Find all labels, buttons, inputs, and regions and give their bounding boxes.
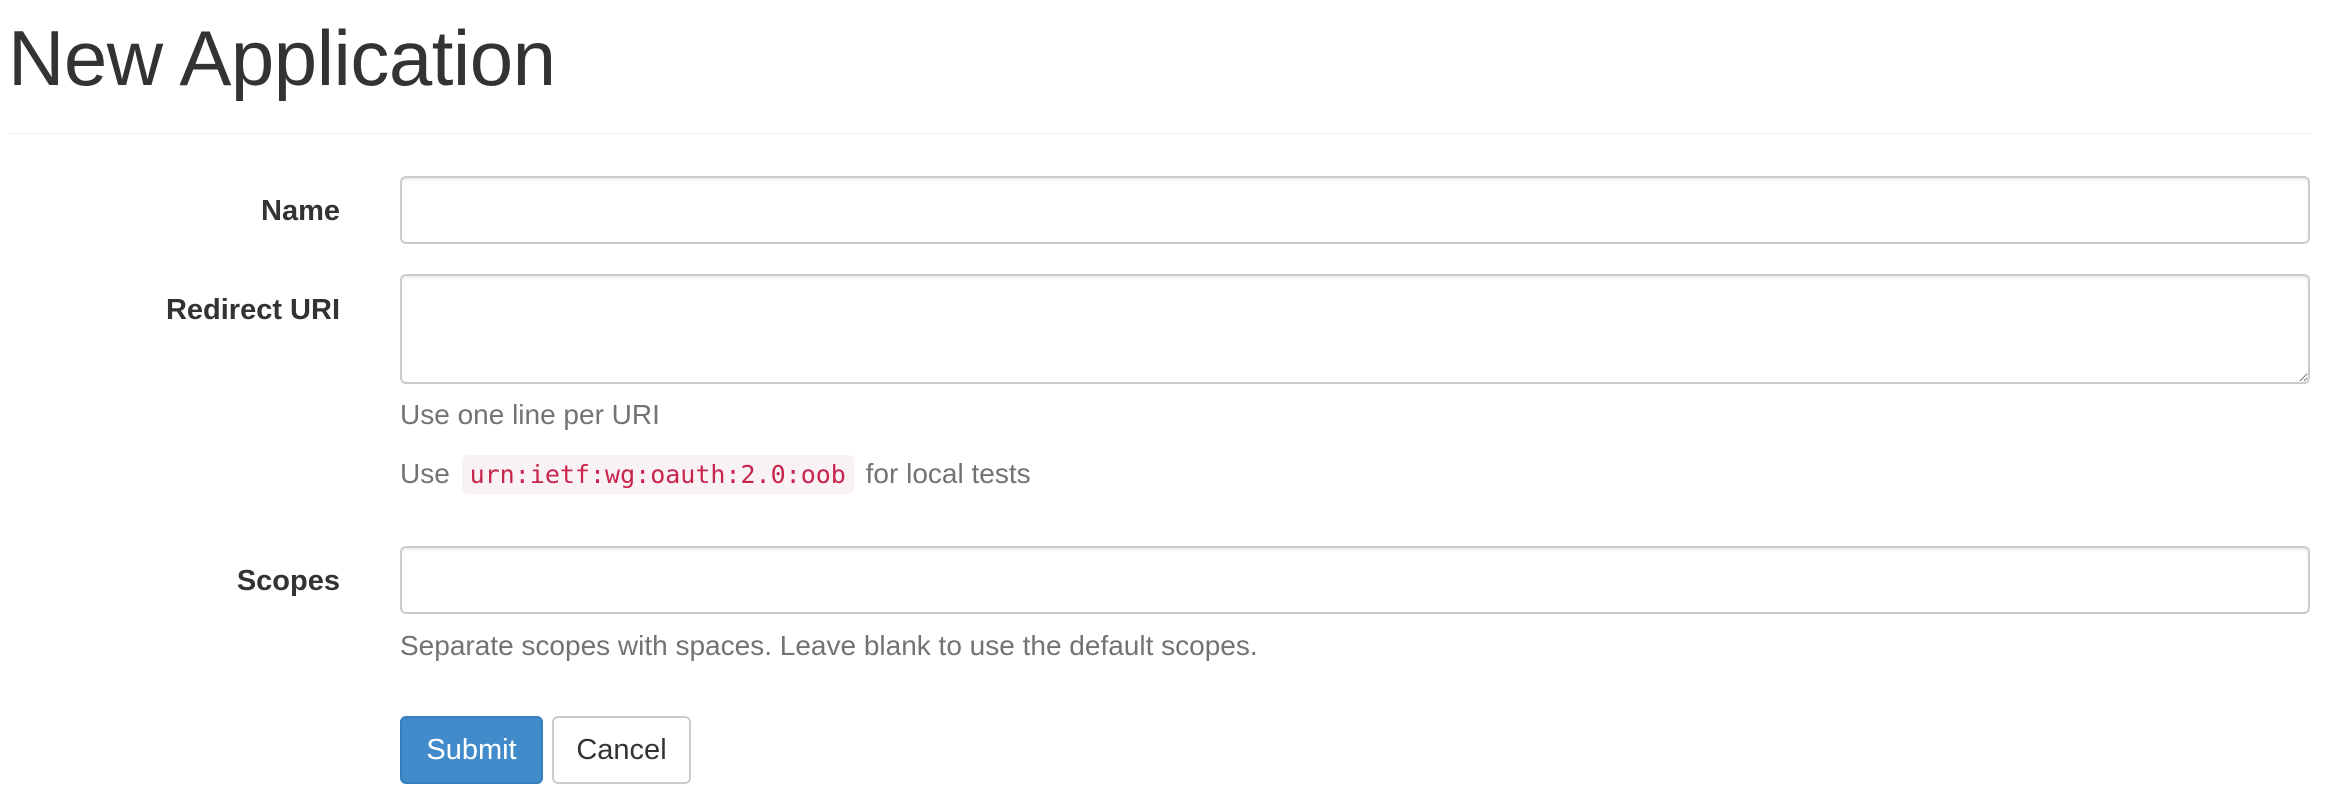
name-input[interactable]	[400, 176, 2310, 244]
name-label: Name	[261, 195, 340, 227]
header-divider	[8, 133, 2312, 134]
page-title: New Application	[8, 14, 556, 102]
redirect-uri-help-line: Use one line per URI	[400, 399, 660, 430]
redirect-uri-textarea[interactable]	[400, 274, 2310, 384]
scopes-help: Separate scopes with spaces. Leave blank…	[400, 630, 1258, 661]
submit-button[interactable]: Submit	[400, 716, 543, 784]
help-prefix: Use	[400, 458, 450, 489]
oob-uri-code: urn:ietf:wg:oauth:2.0:oob	[461, 455, 854, 494]
scopes-input[interactable]	[400, 546, 2310, 614]
cancel-button[interactable]: Cancel	[552, 716, 691, 784]
scopes-label: Scopes	[236, 565, 340, 597]
redirect-uri-label: Redirect URI	[165, 294, 340, 326]
help-suffix: for local tests	[865, 458, 1031, 489]
redirect-uri-help-local: Use urn:ietf:wg:oauth:2.0:oob for local …	[400, 455, 1031, 494]
